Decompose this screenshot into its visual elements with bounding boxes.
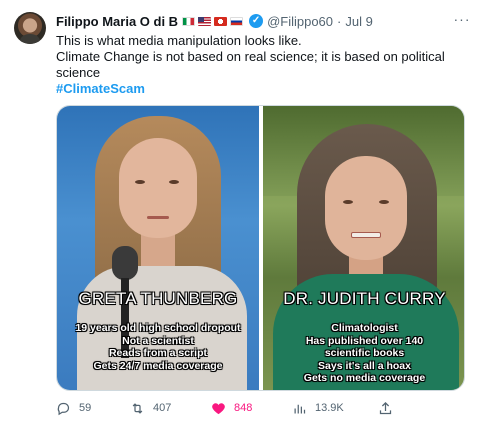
like-button[interactable]: 848 xyxy=(211,398,252,418)
right-caption-name: DR. JUDITH CURRY xyxy=(283,289,446,308)
more-options-icon[interactable]: ··· xyxy=(452,10,472,30)
eye xyxy=(169,180,179,184)
author-handle[interactable]: @Filippo60 xyxy=(267,14,333,29)
retweet-count: 407 xyxy=(153,402,172,414)
retweet-button[interactable]: 407 xyxy=(130,398,171,418)
views-count: 13.9K xyxy=(315,402,344,414)
tweet-card[interactable]: Filippo Maria O di B ✓ @Filippo60 · Jul … xyxy=(0,0,482,425)
left-caption-name: GRETA THUNBERG xyxy=(78,289,238,308)
caption-line: scientific books xyxy=(324,347,405,359)
tweet-header: Filippo Maria O di B ✓ @Filippo60 · Jul … xyxy=(56,12,373,30)
caption-line: Gets no media coverage xyxy=(303,372,426,384)
italy-flag-icon xyxy=(182,16,196,26)
flag-emojis xyxy=(182,16,244,26)
caption-line: Gets 24/7 media coverage xyxy=(93,359,223,372)
verified-badge-icon[interactable]: ✓ xyxy=(249,14,264,28)
caption-line: 19 years old high school dropout xyxy=(75,322,241,334)
eye xyxy=(135,180,145,184)
share-button[interactable] xyxy=(378,398,393,418)
avatar[interactable] xyxy=(14,12,46,44)
smile xyxy=(351,232,381,238)
russia-flag-icon xyxy=(230,16,244,26)
caption-line: Climatologist xyxy=(331,322,398,334)
image-panel-right: DR. JUDITH CURRY Climatologist Has publi… xyxy=(263,106,464,390)
retweet-icon xyxy=(132,402,143,414)
tweet-text-line: This is what media manipulation looks li… xyxy=(56,33,302,48)
person-face xyxy=(325,156,407,260)
tweet-text: This is what media manipulation looks li… xyxy=(56,33,466,97)
caption-line: Has published over 140 xyxy=(305,334,424,347)
timestamp[interactable]: Jul 9 xyxy=(345,14,372,29)
eye xyxy=(379,200,389,204)
caption-line: Reads from a script xyxy=(108,347,208,359)
views-button[interactable]: 13.9K xyxy=(292,398,344,418)
right-caption-lines: Climatologist Has published over 140 sci… xyxy=(263,322,464,385)
hashtag-link[interactable]: #ClimateScam xyxy=(56,81,145,96)
tweet-image[interactable]: GRETA THUNBERG 19 years old high school … xyxy=(56,105,465,391)
caption-line: Says it's all a hoax xyxy=(318,359,411,372)
reply-icon xyxy=(57,402,70,415)
views-icon xyxy=(294,404,306,413)
author-name[interactable]: Filippo Maria O di B xyxy=(56,14,178,29)
tweet-text-line: Climate Change is not based on real scie… xyxy=(56,49,445,80)
swiss-flag-icon xyxy=(214,16,228,26)
separator-dot: · xyxy=(337,13,342,29)
caption-line: Not a scientist xyxy=(122,334,194,347)
image-panel-left: GRETA THUNBERG 19 years old high school … xyxy=(57,106,259,390)
like-count: 848 xyxy=(234,402,253,414)
left-caption-lines: 19 years old high school dropout Not a s… xyxy=(57,322,259,372)
reply-count: 59 xyxy=(79,402,92,414)
us-flag-icon xyxy=(198,16,212,26)
share-icon xyxy=(379,401,392,414)
mouth xyxy=(147,216,169,219)
action-bar: 59 407 848 13.9K xyxy=(56,398,396,418)
person-face xyxy=(119,138,197,238)
eye xyxy=(343,200,353,204)
microphone-icon xyxy=(112,246,138,280)
heart-icon xyxy=(212,402,225,414)
reply-button[interactable]: 59 xyxy=(56,398,91,418)
